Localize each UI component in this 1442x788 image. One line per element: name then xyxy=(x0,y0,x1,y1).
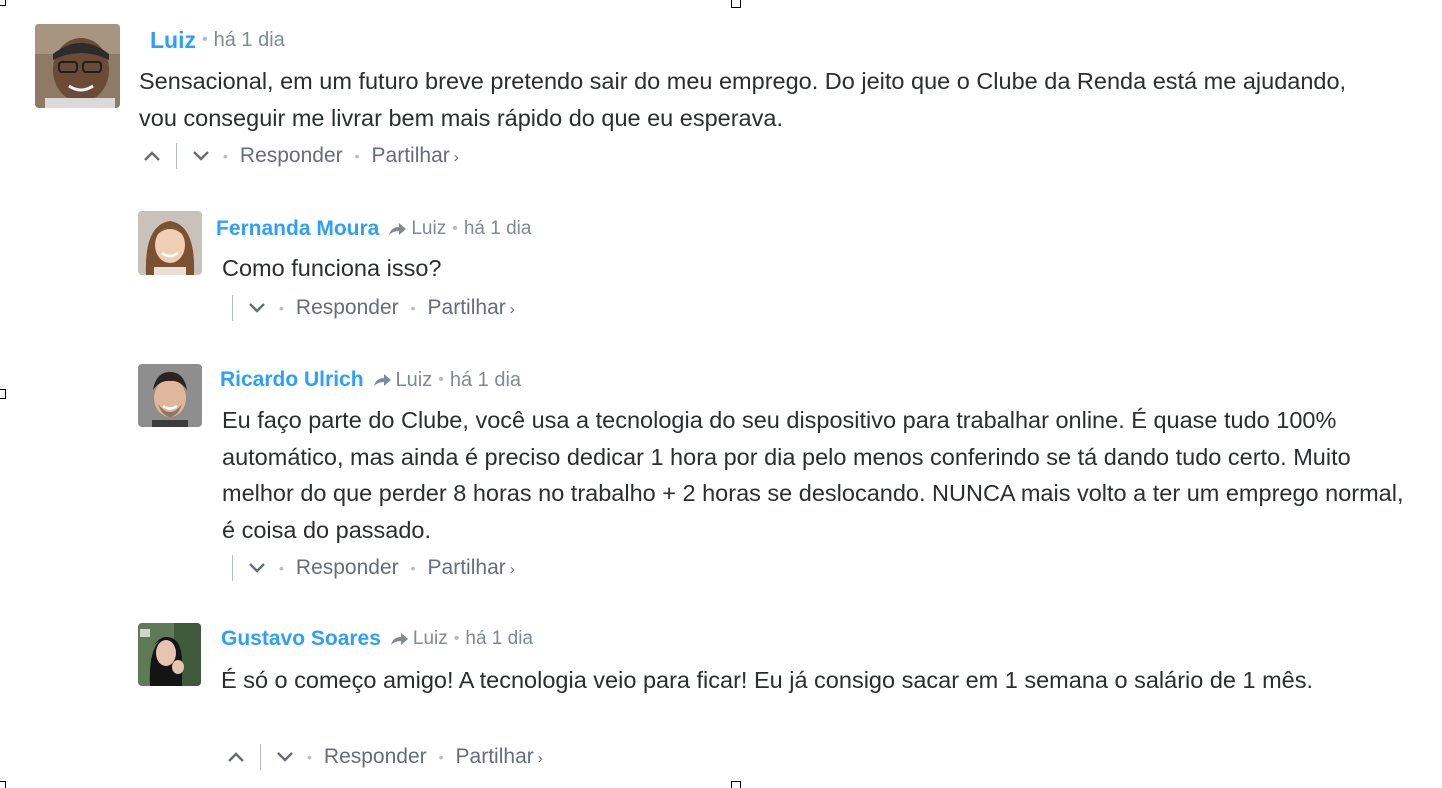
chevron-right-icon: › xyxy=(537,750,543,767)
selection-handle xyxy=(731,0,741,8)
timestamp[interactable]: há 1 dia xyxy=(464,218,532,240)
avatar[interactable] xyxy=(138,623,201,686)
share-label: Partilhar xyxy=(371,144,450,167)
separator-dot: • xyxy=(410,560,416,576)
share-label: Partilhar xyxy=(427,556,506,579)
author-name[interactable]: Ricardo Ulrich xyxy=(220,368,364,392)
chevron-right-icon: › xyxy=(509,561,515,578)
upvote-button[interactable] xyxy=(142,149,162,163)
share-button[interactable]: Partilhar › xyxy=(372,144,459,168)
reply-button[interactable]: Responder xyxy=(240,144,343,168)
comment-actions: • Responder • Partilhar › xyxy=(232,552,515,584)
reply-arrow-icon xyxy=(372,372,392,388)
separator-dot: • xyxy=(279,300,284,316)
vote-divider xyxy=(260,744,261,770)
reply-arrow-icon xyxy=(389,631,409,647)
separator-dot: • xyxy=(438,749,444,765)
comment-text: Sensacional, em um futuro breve pretendo… xyxy=(139,68,1347,131)
comment-header: Luiz • há 1 dia xyxy=(150,25,285,55)
avatar[interactable] xyxy=(138,211,202,275)
avatar[interactable] xyxy=(35,24,120,108)
timestamp[interactable]: há 1 dia xyxy=(450,369,521,392)
separator-dot: • xyxy=(279,560,284,576)
reply-button[interactable]: Responder xyxy=(296,296,399,320)
comment-header: Gustavo Soares Luiz • há 1 dia xyxy=(221,624,533,654)
selection-handle xyxy=(0,781,6,788)
share-button[interactable]: Partilhar › xyxy=(428,296,515,320)
comment-actions: • Responder • Partilhar › xyxy=(226,741,543,773)
vote-divider xyxy=(232,295,233,321)
comment-thread: Luiz • há 1 dia Sensacional, em um futur… xyxy=(0,0,1442,788)
separator-dot: • xyxy=(410,300,416,316)
separator-dot: • xyxy=(223,148,228,164)
separator-dot: • xyxy=(452,220,458,237)
chevron-down-icon xyxy=(193,151,209,161)
share-label: Partilhar xyxy=(455,745,534,768)
downvote-button[interactable] xyxy=(247,301,267,315)
selection-handle xyxy=(0,0,6,6)
vote-divider xyxy=(232,555,233,581)
reply-arrow-icon xyxy=(387,221,407,237)
reply-button[interactable]: Responder xyxy=(296,556,399,580)
share-label: Partilhar xyxy=(427,296,506,319)
avatar[interactable] xyxy=(138,364,202,427)
separator-dot: • xyxy=(307,749,312,765)
chevron-down-icon xyxy=(277,752,293,762)
comment-actions: • Responder • Partilhar › xyxy=(232,292,515,324)
parent-author[interactable]: Luiz xyxy=(396,369,433,392)
upvote-button[interactable] xyxy=(226,750,246,764)
vote-divider xyxy=(176,143,177,169)
comment-header: Fernanda Moura Luiz • há 1 dia xyxy=(216,214,531,244)
parent-author[interactable]: Luiz xyxy=(411,218,446,240)
separator-dot: • xyxy=(438,371,444,388)
share-button[interactable]: Partilhar › xyxy=(428,556,515,580)
separator-dot: • xyxy=(202,31,208,48)
comment-text: Eu faço parte do Clube, você usa a tecno… xyxy=(222,407,1404,543)
author-name[interactable]: Luiz xyxy=(150,27,196,54)
parent-author[interactable]: Luiz xyxy=(413,628,448,650)
chevron-up-icon xyxy=(144,151,160,161)
timestamp[interactable]: há 1 dia xyxy=(214,29,285,52)
chevron-right-icon: › xyxy=(453,149,459,166)
chevron-down-icon xyxy=(249,303,265,313)
author-name[interactable]: Gustavo Soares xyxy=(221,627,381,651)
comment-text: Como funciona isso? xyxy=(222,255,442,281)
timestamp[interactable]: há 1 dia xyxy=(465,628,533,650)
comment-actions: • Responder • Partilhar › xyxy=(142,140,459,172)
downvote-button[interactable] xyxy=(275,750,295,764)
downvote-button[interactable] xyxy=(191,149,211,163)
chevron-right-icon: › xyxy=(509,301,515,318)
reply-button[interactable]: Responder xyxy=(324,745,427,769)
downvote-button[interactable] xyxy=(247,561,267,575)
chevron-down-icon xyxy=(249,563,265,573)
selection-handle xyxy=(0,389,6,399)
author-name[interactable]: Fernanda Moura xyxy=(216,217,379,241)
separator-dot: • xyxy=(354,148,360,164)
chevron-up-icon xyxy=(228,752,244,762)
share-button[interactable]: Partilhar › xyxy=(456,745,543,769)
selection-handle xyxy=(731,781,741,788)
comment-header: Ricardo Ulrich Luiz • há 1 dia xyxy=(220,365,521,395)
separator-dot: • xyxy=(453,630,460,647)
comment-text: É só o começo amigo! A tecnologia veio p… xyxy=(221,667,1314,693)
